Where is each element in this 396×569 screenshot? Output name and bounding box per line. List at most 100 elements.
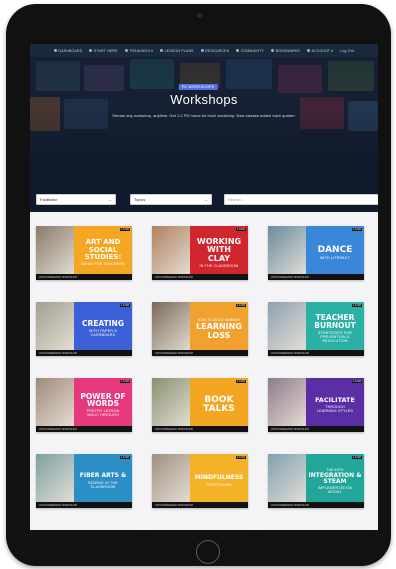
card-subtitle: IN THE CLASSROOM	[199, 264, 239, 269]
card-title: FIBER ARTS &	[79, 472, 127, 480]
workshop-card[interactable]: MINDFULNESS STRETCHING 1.0 HR ARTSONDEMAND …	[152, 454, 248, 508]
nav-item[interactable]: COMMUNITY	[236, 49, 264, 53]
account-icon	[306, 49, 310, 52]
card-panel: CREATING WITH PAPER & CARDBOARD	[74, 302, 132, 356]
card-panel: BOOK TALKS	[190, 378, 248, 432]
card-thumbnail	[268, 454, 306, 508]
card-panel: THE ARTS INTEGRATION & STEAM IMPLEMENTATIO…	[306, 454, 364, 508]
chevron-down-icon: ⌄	[108, 197, 112, 202]
nav-item-label: BOOKMARKS	[275, 48, 300, 53]
card-thumbnail	[268, 378, 306, 432]
card-thumbnail	[268, 302, 306, 356]
card-title: BOOK TALKS	[203, 394, 235, 414]
duration-badge: 1.0 HR	[119, 380, 130, 383]
home-button[interactable]	[196, 540, 220, 564]
card-title: CREATING	[82, 319, 124, 329]
card-footer: ARTSONDEMAND WORKSHOP	[36, 502, 132, 508]
card-title: INTEGRATION & STEAM	[308, 471, 362, 485]
card-footer: ARTSONDEMAND WORKSHOP	[268, 274, 364, 280]
card-thumbnail	[36, 302, 74, 356]
workshop-card[interactable]: THE ARTS INTEGRATION & STEAM IMPLEMENTATIO…	[268, 454, 364, 508]
nav-item[interactable]: Log Out	[340, 49, 354, 53]
tablet-frame: DASHBOARD START HERE TRAININGS ▾ LESSON PLA…	[6, 4, 391, 566]
nav-item[interactable]: ACCOUNT ▾	[306, 48, 334, 53]
card-footer: ARTSONDEMAND WORKSHOP	[36, 426, 132, 432]
workshop-card[interactable]: FIBER ARTS & SEWING IN THE CLASSROOM 1.0 H…	[36, 454, 132, 508]
nav-item-label: ACCOUNT ▾	[311, 48, 334, 53]
card-panel: DANCE WITH LITERACY	[306, 226, 364, 280]
nav-item-label: TRAININGS ▾	[129, 48, 154, 53]
chevron-down-icon: ⌄	[204, 197, 208, 202]
card-panel: TEACHER BURNOUT STRATEGIES FOR PREVENTION…	[306, 302, 364, 356]
nav-item-label: DASHBOARD	[58, 48, 83, 53]
workshop-card[interactable]: ART AND SOCIAL STUDIES: IDEAS FOR TEACHER…	[36, 226, 132, 280]
card-thumbnail	[152, 226, 190, 280]
workshop-card[interactable]: TEACHER BURNOUT STRATEGIES FOR PREVENTION…	[268, 302, 364, 356]
card-title: FACILITATE	[315, 395, 355, 404]
nav-item-label: START HERE	[93, 48, 118, 53]
facilitator-select[interactable]: Facilitator ⌄	[36, 194, 116, 205]
start-icon	[89, 49, 93, 52]
nav-item[interactable]: START HERE	[89, 49, 117, 53]
camera-dot	[197, 13, 202, 18]
workshop-card[interactable]: WORKING WITH CLAY IN THE CLASSROOM 1.0 HR A…	[152, 226, 248, 280]
workshop-card[interactable]: CREATING WITH PAPER & CARDBOARD 1.0 HR ARTS…	[36, 302, 132, 356]
card-panel: WORKING WITH CLAY IN THE CLASSROOM	[190, 226, 248, 280]
topic-select-value: Topics	[134, 197, 146, 202]
workshop-card[interactable]: HOW TO AVOID SUMMER LEARNING LOSS 1.0 HR AR…	[152, 302, 248, 356]
card-title: MINDFULNESS	[194, 474, 244, 482]
card-subtitle: STRETCHING	[206, 482, 232, 487]
duration-badge: 1.0 HR	[235, 304, 246, 307]
card-footer: ARTSONDEMAND WORKSHOP	[152, 426, 248, 432]
card-title: POWER OF WORDS	[80, 391, 126, 409]
topic-select[interactable]: Topics ⌄	[130, 194, 212, 205]
search-input[interactable]: Search... ⌕	[224, 194, 378, 205]
card-title: DANCE	[317, 244, 353, 255]
duration-badge: 1.0 HR	[119, 456, 130, 459]
nav-item[interactable]: BOOKMARKS	[271, 49, 300, 53]
card-footer: ARTSONDEMAND WORKSHOP	[152, 350, 248, 356]
duration-badge: 1.0 HR	[351, 304, 362, 307]
duration-badge: 1.0 HR	[119, 228, 130, 231]
filter-bar: Facilitator ⌄ Topics ⌄ Search... ⌕	[30, 188, 378, 212]
page-subtitle: Stream any workshop, anytime. Get 1-2 PD…	[112, 113, 296, 118]
nav-item[interactable]: DASHBOARD	[53, 48, 83, 53]
card-title: TEACHER BURNOUT	[314, 313, 356, 331]
card-subtitle: STRATEGIES FOR PREVENTION & RESOLUTION	[318, 331, 352, 344]
duration-badge: 1.0 HR	[235, 228, 246, 231]
workshop-card[interactable]: BOOK TALKS 1.0 HR ARTSONDEMAND WORKSHOP	[152, 378, 248, 432]
nav-item-label: Log Out	[340, 48, 355, 53]
dashboard-icon	[53, 49, 57, 52]
card-footer: ARTSONDEMAND WORKSHOP	[268, 350, 364, 356]
nav-item[interactable]: LESSON PLANS	[160, 49, 194, 53]
card-panel: POWER OF WORDS POETRY LESSON WALK-THROUGH	[74, 378, 132, 432]
duration-badge: 1.0 HR	[119, 304, 130, 307]
card-footer: ARTSONDEMAND WORKSHOP	[36, 350, 132, 356]
card-panel: FACILITATE THROUGH LEARNING STYLES	[306, 378, 364, 432]
duration-badge: 1.0 HR	[235, 380, 246, 383]
card-panel: ART AND SOCIAL STUDIES: IDEAS FOR TEACHER…	[74, 226, 132, 280]
card-subtitle: WITH LITERACY	[319, 256, 351, 261]
top-nav: DASHBOARD START HERE TRAININGS ▾ LESSON PLA…	[30, 44, 378, 57]
card-thumbnail	[268, 226, 306, 280]
card-panel: HOW TO AVOID SUMMER LEARNING LOSS	[190, 302, 248, 356]
workshop-grid: ART AND SOCIAL STUDIES: IDEAS FOR TEACHER…	[30, 212, 378, 530]
nav-item-label: RESOURCES	[205, 48, 230, 53]
duration-badge: 1.0 HR	[351, 380, 362, 383]
card-subtitle: WITH PAPER & CARDBOARD	[89, 329, 117, 338]
nav-item-label: COMMUNITY	[240, 48, 265, 53]
workshop-card[interactable]: DANCE WITH LITERACY 1.0 HR ARTSONDEMAND WOR…	[268, 226, 364, 280]
card-thumbnail	[152, 378, 190, 432]
page-title: Workshops	[170, 92, 238, 107]
card-footer: ARTSONDEMAND WORKSHOP	[152, 502, 248, 508]
workshop-card[interactable]: POWER OF WORDS POETRY LESSON WALK-THROUGH…	[36, 378, 132, 432]
card-footer: ARTSONDEMAND WORKSHOP	[152, 274, 248, 280]
nav-item[interactable]: TRAININGS ▾	[124, 48, 154, 53]
hero-badge: PD WORKSHOPS	[178, 84, 218, 90]
nav-item[interactable]: RESOURCES	[200, 48, 230, 53]
workshop-card[interactable]: FACILITATE THROUGH LEARNING STYLES 1.0 HR A…	[268, 378, 364, 432]
card-title: LEARNING LOSS	[196, 322, 242, 340]
hero-banner: PD WORKSHOPS Workshops Stream any worksh…	[30, 57, 378, 188]
resources-icon	[200, 49, 204, 52]
card-thumbnail	[36, 454, 74, 508]
